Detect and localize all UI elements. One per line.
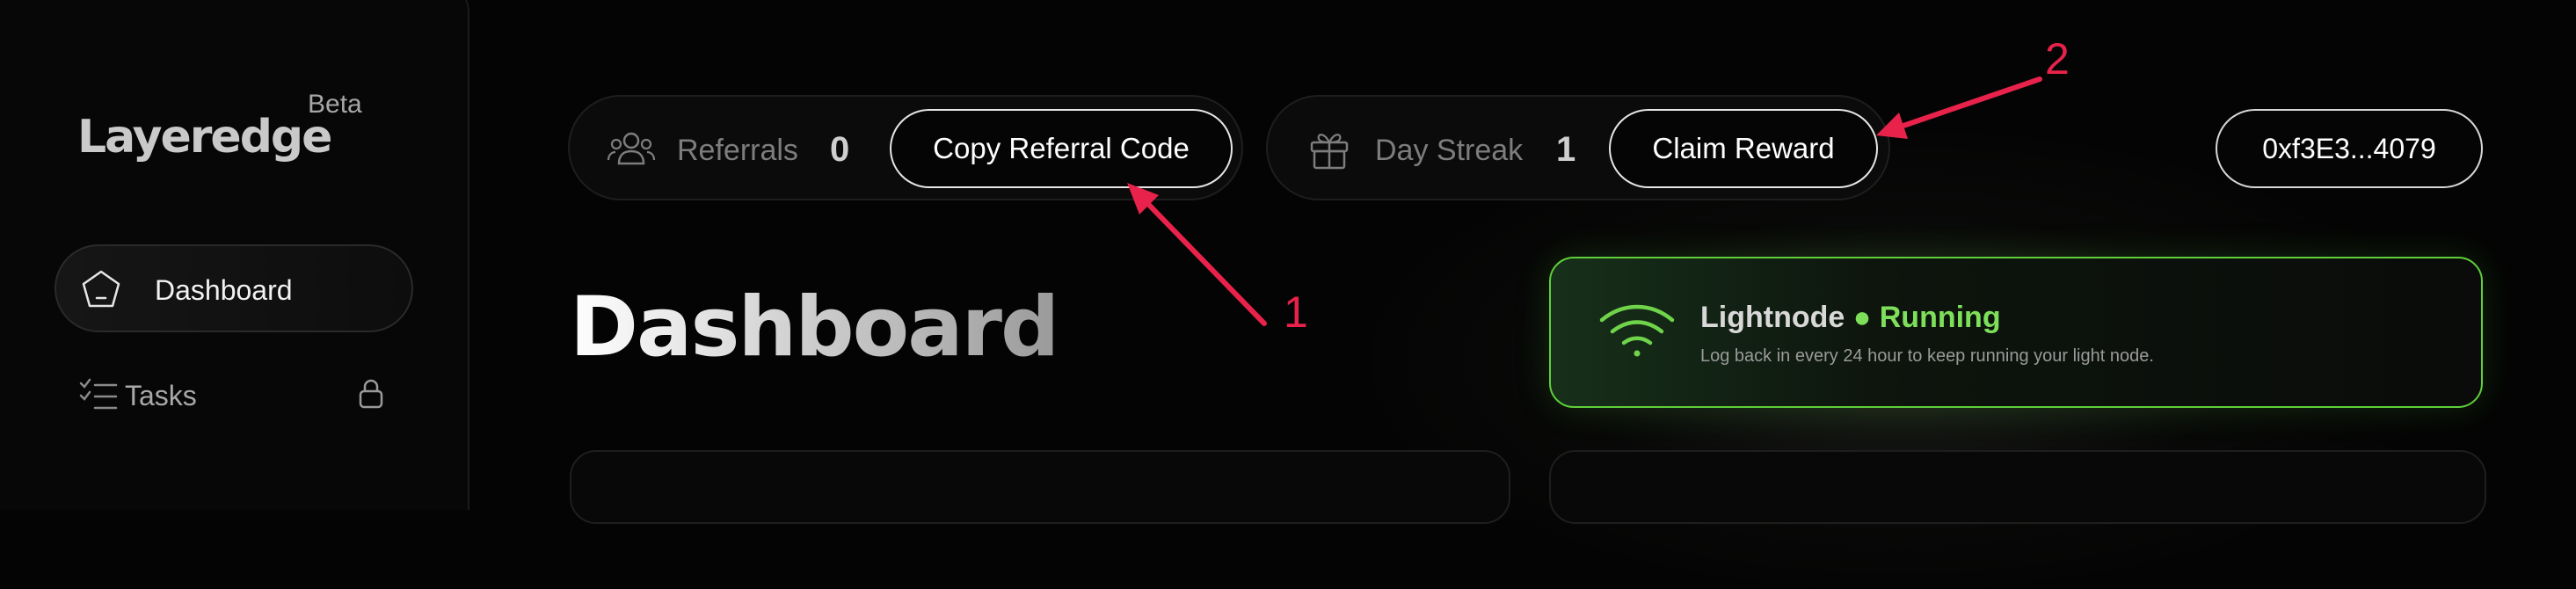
lightnode-status-card: Lightnode ● Running Log back in every 24… — [1549, 257, 2483, 408]
annotation-label-1: 1 — [1284, 287, 1308, 337]
content-card — [570, 450, 1510, 524]
sidebar-item-label: Dashboard — [155, 274, 293, 306]
lightnode-message: Log back in every 24 hour to keep runnin… — [1700, 346, 2154, 366]
lightnode-status: Running — [1879, 301, 2001, 334]
day-streak-panel: Day Streak 1 Claim Reward — [1266, 95, 1890, 200]
annotation-label-2: 2 — [2045, 34, 2070, 84]
day-streak-count: 1 — [1556, 130, 1576, 169]
checklist-icon — [79, 378, 118, 410]
wallet-address-button[interactable]: 0xf3E3...4079 — [2216, 109, 2483, 188]
lightnode-name: Lightnode — [1700, 301, 1845, 334]
logo-text: Layeredge — [77, 111, 332, 164]
gift-icon — [1310, 134, 1349, 170]
copy-referral-code-button[interactable]: Copy Referral Code — [890, 109, 1233, 188]
wifi-icon — [1599, 304, 1675, 357]
day-streak-label: Day Streak — [1375, 134, 1524, 167]
sidebar-item-dashboard[interactable]: Dashboard — [55, 244, 413, 332]
logo: Layeredge Beta — [77, 90, 362, 169]
annotation-arrow-1 — [1142, 198, 1267, 326]
page-title: Dashboard — [570, 280, 1059, 375]
referrals-label: Referrals — [677, 134, 798, 167]
lightnode-title: Lightnode ● Running — [1700, 301, 2001, 335]
sidebar: Layeredge Beta Dashboard Tasks — [0, 0, 469, 510]
pentagon-icon — [82, 270, 120, 308]
annotation-arrow-2 — [1898, 76, 2042, 129]
claim-reward-button[interactable]: Claim Reward — [1609, 109, 1878, 188]
beta-badge: Beta — [308, 90, 362, 119]
lock-icon — [359, 379, 383, 409]
sidebar-item-label: Tasks — [125, 380, 197, 411]
users-icon — [607, 132, 656, 165]
referrals-panel: Referrals 0 Copy Referral Code — [568, 95, 1243, 200]
referrals-count: 0 — [830, 130, 850, 169]
content-card — [1549, 450, 2486, 524]
sidebar-item-tasks[interactable]: Tasks — [79, 369, 413, 422]
status-dot: ● — [1852, 301, 1872, 334]
